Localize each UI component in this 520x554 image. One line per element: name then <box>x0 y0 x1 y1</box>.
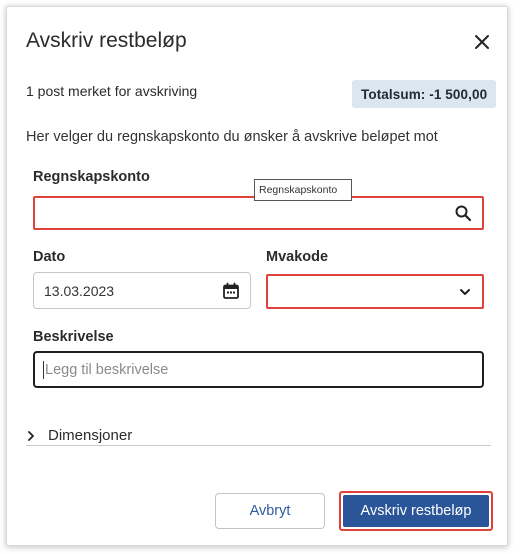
close-button[interactable] <box>469 29 495 55</box>
chevron-right-icon <box>26 430 36 442</box>
dimensions-label: Dimensjoner <box>48 427 133 444</box>
chevron-down-icon[interactable] <box>458 285 472 299</box>
description-input[interactable]: Legg til beskrivelse <box>33 351 484 388</box>
account-label: Regnskapskonto <box>33 169 150 185</box>
vat-label: Mvakode <box>266 249 329 265</box>
text-caret <box>43 360 44 379</box>
date-value: 13.03.2023 <box>44 282 115 299</box>
dialog-title: Avskriv restbeløp <box>26 29 187 52</box>
close-icon <box>475 35 489 49</box>
date-input[interactable]: 13.03.2023 <box>33 272 251 309</box>
divider <box>26 445 491 446</box>
calendar-icon[interactable] <box>222 282 240 300</box>
total-badge: Totalsum: -1 500,00 <box>352 80 497 108</box>
search-icon[interactable] <box>454 204 472 222</box>
submit-button[interactable]: Avskriv restbeløp <box>343 495 489 527</box>
date-label: Dato <box>33 249 66 265</box>
description-text: Her velger du regnskapskonto du ønsker å… <box>26 129 438 145</box>
account-input[interactable] <box>33 196 484 230</box>
cancel-button[interactable]: Avbryt <box>215 493 325 529</box>
account-tooltip: Regnskapskonto <box>254 179 352 201</box>
dialog: Avskriv restbeløp 1 post merket for avsk… <box>6 6 508 546</box>
summary-text: 1 post merket for avskriving <box>26 83 198 99</box>
dimensions-toggle[interactable]: Dimensjoner <box>26 427 132 444</box>
description-placeholder: Legg til beskrivelse <box>45 361 169 378</box>
submit-button-highlight: Avskriv restbeløp <box>339 491 493 531</box>
vat-select[interactable] <box>266 274 484 309</box>
description-label: Beskrivelse <box>33 329 114 345</box>
